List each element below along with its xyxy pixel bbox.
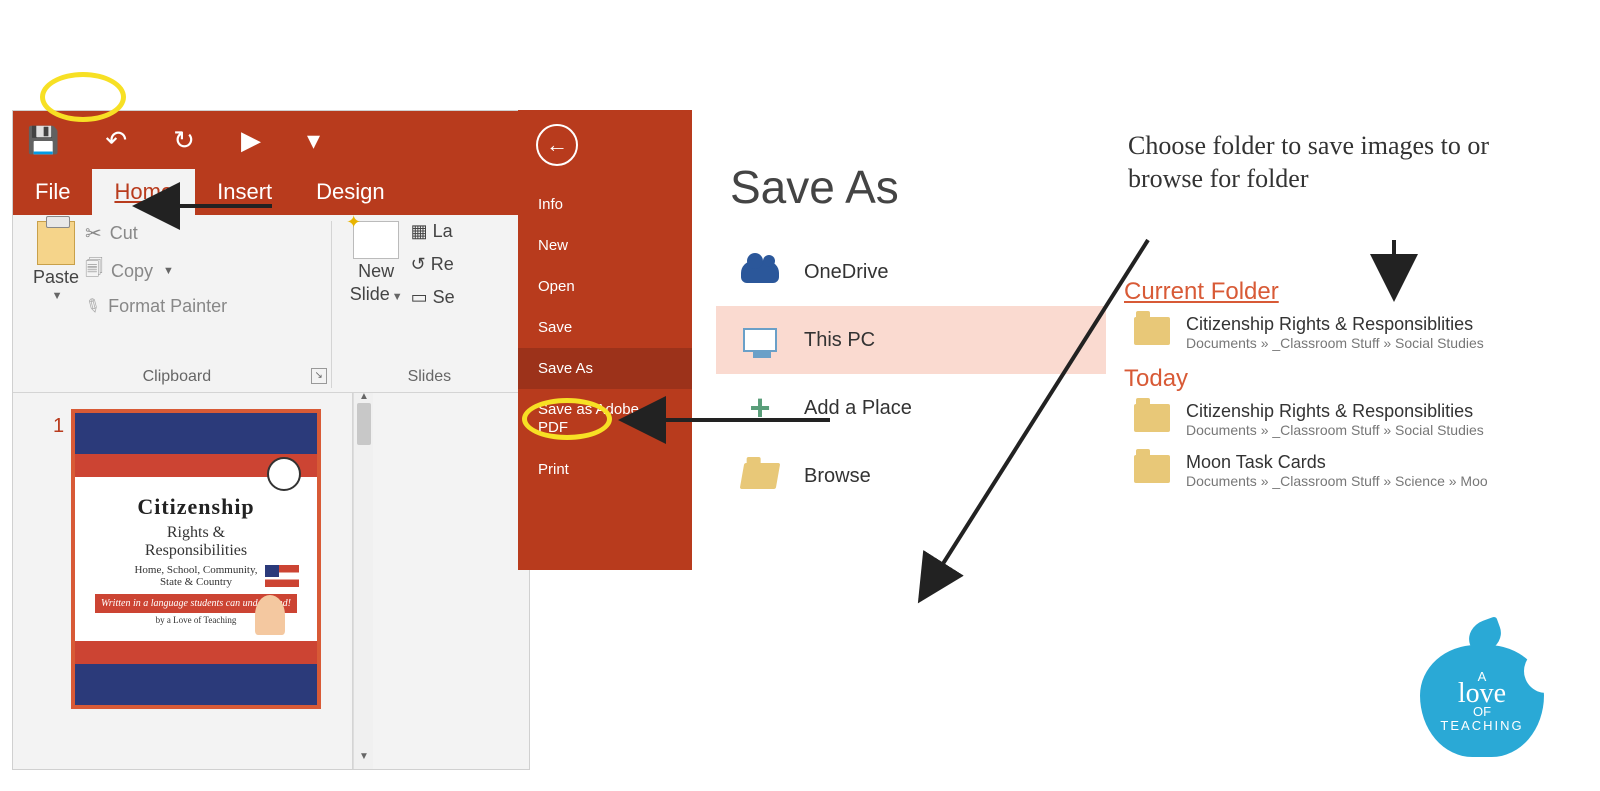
- format-painter-label: Format Painter: [108, 296, 227, 317]
- folder-open-icon: [740, 463, 781, 489]
- monitor-icon: [743, 328, 777, 352]
- new-slide-icon: [353, 221, 399, 259]
- backstage-menu: ← Info New Open Save Save As Save as Ado…: [518, 110, 692, 570]
- cloud-icon: [741, 261, 779, 283]
- ribbon-tabs: File Home Insert Design: [13, 169, 529, 215]
- copy-button[interactable]: Copy ▼: [85, 256, 227, 286]
- copy-icon: [85, 256, 103, 286]
- folder-path: Documents » _Classroom Stuff » Social St…: [1186, 422, 1484, 438]
- reset-button[interactable]: ↺ Re: [411, 254, 455, 275]
- thumb-title: Citizenship: [137, 494, 254, 520]
- group-clipboard: Paste ▼ Cut Copy ▼ Format Painter Clipboa…: [23, 221, 332, 388]
- section-label: Se: [433, 287, 455, 307]
- tab-design[interactable]: Design: [294, 169, 406, 215]
- backstage-item-print[interactable]: Print: [518, 449, 692, 490]
- logo-text-teaching: TEACHING: [1440, 719, 1523, 733]
- folder-current[interactable]: Citizenship Rights & Responsiblities Doc…: [1134, 314, 1584, 351]
- folder-icon: [1134, 317, 1170, 345]
- location-this-pc[interactable]: This PC: [716, 306, 1106, 374]
- group-slides: New Slide▼ ▦ La ↺ Re ▭ Se Slides: [340, 221, 519, 388]
- tab-home[interactable]: Home: [92, 169, 195, 215]
- folder-icon: [1134, 455, 1170, 483]
- chevron-down-icon[interactable]: ▼: [392, 291, 403, 303]
- thumb-tagline: Home, School, Community, State & Country: [134, 564, 257, 588]
- slide-thumbnail-pane[interactable]: 1 Citizenship Rights & Responsibilities …: [13, 393, 353, 769]
- location-add-place[interactable]: + Add a Place: [716, 374, 1106, 442]
- folder-name: Citizenship Rights & Responsiblities: [1186, 401, 1484, 422]
- cut-label: Cut: [110, 223, 138, 244]
- paste-button[interactable]: Paste ▼: [33, 221, 79, 317]
- folder-icon: [1134, 404, 1170, 432]
- plus-icon: +: [749, 398, 770, 418]
- scroll-thumb[interactable]: [357, 403, 371, 445]
- save-icon[interactable]: 💾: [27, 125, 59, 156]
- brush-icon: [85, 296, 100, 317]
- slide-editing-area: 1 Citizenship Rights & Responsibilities …: [13, 393, 529, 769]
- backstage-item-saveas[interactable]: Save As: [518, 348, 692, 389]
- location-thispc-label: This PC: [804, 329, 875, 352]
- backstage-item-save-pdf[interactable]: Save as Adobe PDF: [518, 389, 692, 449]
- folder-path: Documents » _Classroom Stuff » Science »…: [1186, 473, 1488, 489]
- thumb-subtitle: Rights & Responsibilities: [145, 524, 247, 560]
- today-header: Today: [1124, 365, 1584, 393]
- apple-bite: [1524, 649, 1568, 693]
- logo-text-of: OF: [1473, 704, 1491, 719]
- annotation-text: Choose folder to save images to or brows…: [1128, 130, 1548, 195]
- group-title-clipboard: Clipboard: [33, 364, 321, 388]
- backstage-item-new[interactable]: New: [518, 225, 692, 266]
- copy-label: Copy: [111, 261, 153, 282]
- format-painter-button[interactable]: Format Painter: [85, 296, 227, 317]
- backstage-item-open[interactable]: Open: [518, 266, 692, 307]
- paste-label: Paste: [33, 267, 79, 288]
- redo-icon[interactable]: ↻: [173, 125, 195, 156]
- section-button[interactable]: ▭ Se: [411, 287, 455, 308]
- folder-name: Citizenship Rights & Responsiblities: [1186, 314, 1484, 335]
- location-onedrive[interactable]: OneDrive: [716, 238, 1106, 306]
- new-slide-button[interactable]: New Slide▼: [350, 221, 403, 308]
- slide-number: 1: [53, 415, 64, 438]
- start-slideshow-icon[interactable]: ▶: [241, 125, 261, 156]
- folder-path: Documents » _Classroom Stuff » Social St…: [1186, 335, 1484, 351]
- scroll-down-icon[interactable]: ▼: [356, 751, 372, 767]
- scissors-icon: [85, 221, 102, 246]
- recent-folders: Current Folder Citizenship Rights & Resp…: [1124, 270, 1584, 503]
- layout-button[interactable]: ▦ La: [411, 221, 455, 242]
- group-title-slides: Slides: [350, 364, 509, 388]
- current-folder-header: Current Folder: [1124, 278, 1584, 306]
- tab-file[interactable]: File: [13, 169, 92, 215]
- powerpoint-main-window: 💾 ↶ ↻ ▶ ▾ File Home Insert Design Paste …: [12, 110, 530, 770]
- location-addplace-label: Add a Place: [804, 397, 912, 420]
- qat-customize-icon[interactable]: ▾: [307, 125, 320, 156]
- cut-button[interactable]: Cut: [85, 221, 227, 246]
- backstage-item-info[interactable]: Info: [518, 184, 692, 225]
- undo-icon[interactable]: ↶: [105, 125, 127, 156]
- saveas-locations: OneDrive This PC + Add a Place Browse: [716, 238, 1106, 510]
- location-browse-label: Browse: [804, 465, 871, 488]
- location-onedrive-label: OneDrive: [804, 261, 888, 284]
- folder-today-0[interactable]: Citizenship Rights & Responsiblities Doc…: [1134, 401, 1584, 438]
- new-slide-label-2: Slide: [350, 284, 390, 304]
- quick-access-toolbar: 💾 ↶ ↻ ▶ ▾: [13, 111, 529, 169]
- ribbon-body: Paste ▼ Cut Copy ▼ Format Painter Clipboa…: [13, 215, 529, 393]
- back-button[interactable]: ←: [536, 124, 578, 166]
- seal-icon: [267, 457, 301, 491]
- clipboard-launcher-icon[interactable]: ↘: [311, 368, 327, 384]
- thumbnail-scrollbar[interactable]: ▲ ▼: [353, 393, 373, 769]
- brand-logo: A love OF TEACHING: [1406, 615, 1556, 765]
- layout-label: La: [433, 221, 453, 241]
- reset-label: Re: [431, 254, 454, 274]
- backstage-item-save[interactable]: Save: [518, 307, 692, 348]
- folder-name: Moon Task Cards: [1186, 452, 1488, 473]
- flag-character-icon: [245, 565, 305, 635]
- tab-insert[interactable]: Insert: [195, 169, 294, 215]
- chevron-down-icon[interactable]: ▼: [163, 265, 174, 277]
- location-browse[interactable]: Browse: [716, 442, 1106, 510]
- chevron-down-icon[interactable]: ▼: [52, 290, 63, 302]
- thumb-credit: by a Love of Teaching: [156, 615, 237, 625]
- new-slide-label-1: New: [358, 261, 394, 281]
- folder-today-1[interactable]: Moon Task Cards Documents » _Classroom S…: [1134, 452, 1584, 489]
- slide-thumbnail-1[interactable]: Citizenship Rights & Responsibilities Ho…: [71, 409, 321, 709]
- backstage-list: Info New Open Save Save As Save as Adobe…: [518, 184, 692, 490]
- paste-icon: [37, 221, 75, 265]
